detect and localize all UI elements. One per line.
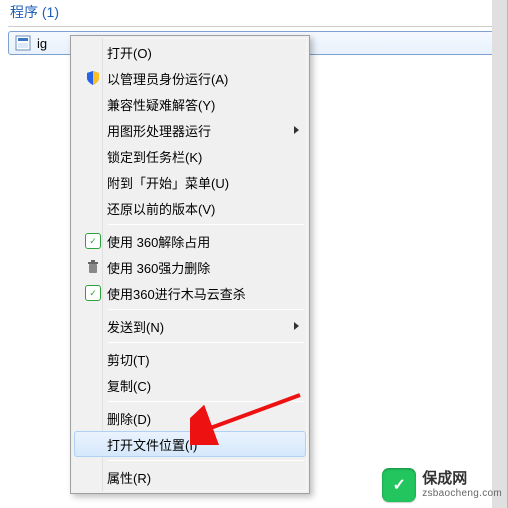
menu-item[interactable]: 还原以前的版本(V) xyxy=(74,195,306,221)
menu-separator xyxy=(108,224,304,225)
menu-item[interactable]: 锁定到任务栏(K) xyxy=(74,143,306,169)
menu-item-label: 剪切(T) xyxy=(107,350,285,369)
menu-item[interactable]: 使用 360强力删除 xyxy=(74,254,306,280)
menu-item[interactable]: 剪切(T) xyxy=(74,346,306,372)
menu-item-label: 使用 360解除占用 xyxy=(107,232,285,251)
watermark-logo: ✓ xyxy=(382,468,416,502)
menu-item[interactable]: 属性(R) xyxy=(74,464,306,490)
360-icon: ✓ xyxy=(79,285,107,301)
menu-item[interactable]: 删除(D) xyxy=(74,405,306,431)
menu-item[interactable]: 兼容性疑难解答(Y) xyxy=(74,91,306,117)
shield-icon xyxy=(79,70,107,86)
app-icon xyxy=(15,35,31,51)
menu-item[interactable]: 附到「开始」菜单(U) xyxy=(74,169,306,195)
menu-item-label: 使用360进行木马云查杀 xyxy=(107,284,285,303)
menu-item-label: 删除(D) xyxy=(107,409,285,428)
menu-separator xyxy=(108,309,304,310)
context-menu-inner: 打开(O) 以管理员身份运行(A) 兼容性疑难解答(Y) 用图形处理器运行锁定到任务栏… xyxy=(73,38,307,491)
menu-item[interactable]: ✓使用360进行木马云查杀 xyxy=(74,280,306,306)
menu-item[interactable]: 复制(C) xyxy=(74,372,306,398)
menu-item-label: 打开(O) xyxy=(107,43,285,62)
watermark: ✓ 保成网 zsbaocheng.com xyxy=(382,468,502,502)
menu-item[interactable]: 打开(O) xyxy=(74,39,306,65)
360-icon: ✓ xyxy=(79,233,107,249)
menu-item[interactable]: 发送到(N) xyxy=(74,313,306,339)
chevron-right-icon xyxy=(294,322,299,330)
trash-icon xyxy=(79,259,107,275)
menu-item-label: 以管理员身份运行(A) xyxy=(107,69,285,88)
menu-item-label: 发送到(N) xyxy=(107,317,285,336)
result-item-label: ig xyxy=(37,36,47,51)
menu-item[interactable]: ✓使用 360解除占用 xyxy=(74,228,306,254)
watermark-text: 保成网 zsbaocheng.com xyxy=(422,471,502,499)
menu-item[interactable]: 以管理员身份运行(A) xyxy=(74,65,306,91)
menu-item[interactable]: 用图形处理器运行 xyxy=(74,117,306,143)
menu-item-label: 使用 360强力删除 xyxy=(107,258,285,277)
menu-item-label: 打开文件位置(I) xyxy=(107,435,285,454)
menu-separator xyxy=(108,401,304,402)
menu-item[interactable]: 打开文件位置(I) xyxy=(74,431,306,457)
menu-item-label: 复制(C) xyxy=(107,376,285,395)
menu-item-label: 属性(R) xyxy=(107,468,285,487)
watermark-en: zsbaocheng.com xyxy=(422,488,502,499)
context-menu: 打开(O) 以管理员身份运行(A) 兼容性疑难解答(Y) 用图形处理器运行锁定到任务栏… xyxy=(70,35,310,494)
menu-separator xyxy=(108,460,304,461)
menu-item-label: 锁定到任务栏(K) xyxy=(107,147,285,166)
section-header: 程序 (1) xyxy=(0,0,507,26)
watermark-cn: 保成网 xyxy=(422,471,502,488)
right-edge xyxy=(492,0,507,508)
section-divider xyxy=(8,26,499,27)
menu-item-label: 用图形处理器运行 xyxy=(107,121,285,140)
menu-separator xyxy=(108,342,304,343)
menu-item-label: 兼容性疑难解答(Y) xyxy=(107,95,285,114)
chevron-right-icon xyxy=(294,126,299,134)
menu-item-label: 附到「开始」菜单(U) xyxy=(107,173,285,192)
menu-item-label: 还原以前的版本(V) xyxy=(107,199,285,218)
